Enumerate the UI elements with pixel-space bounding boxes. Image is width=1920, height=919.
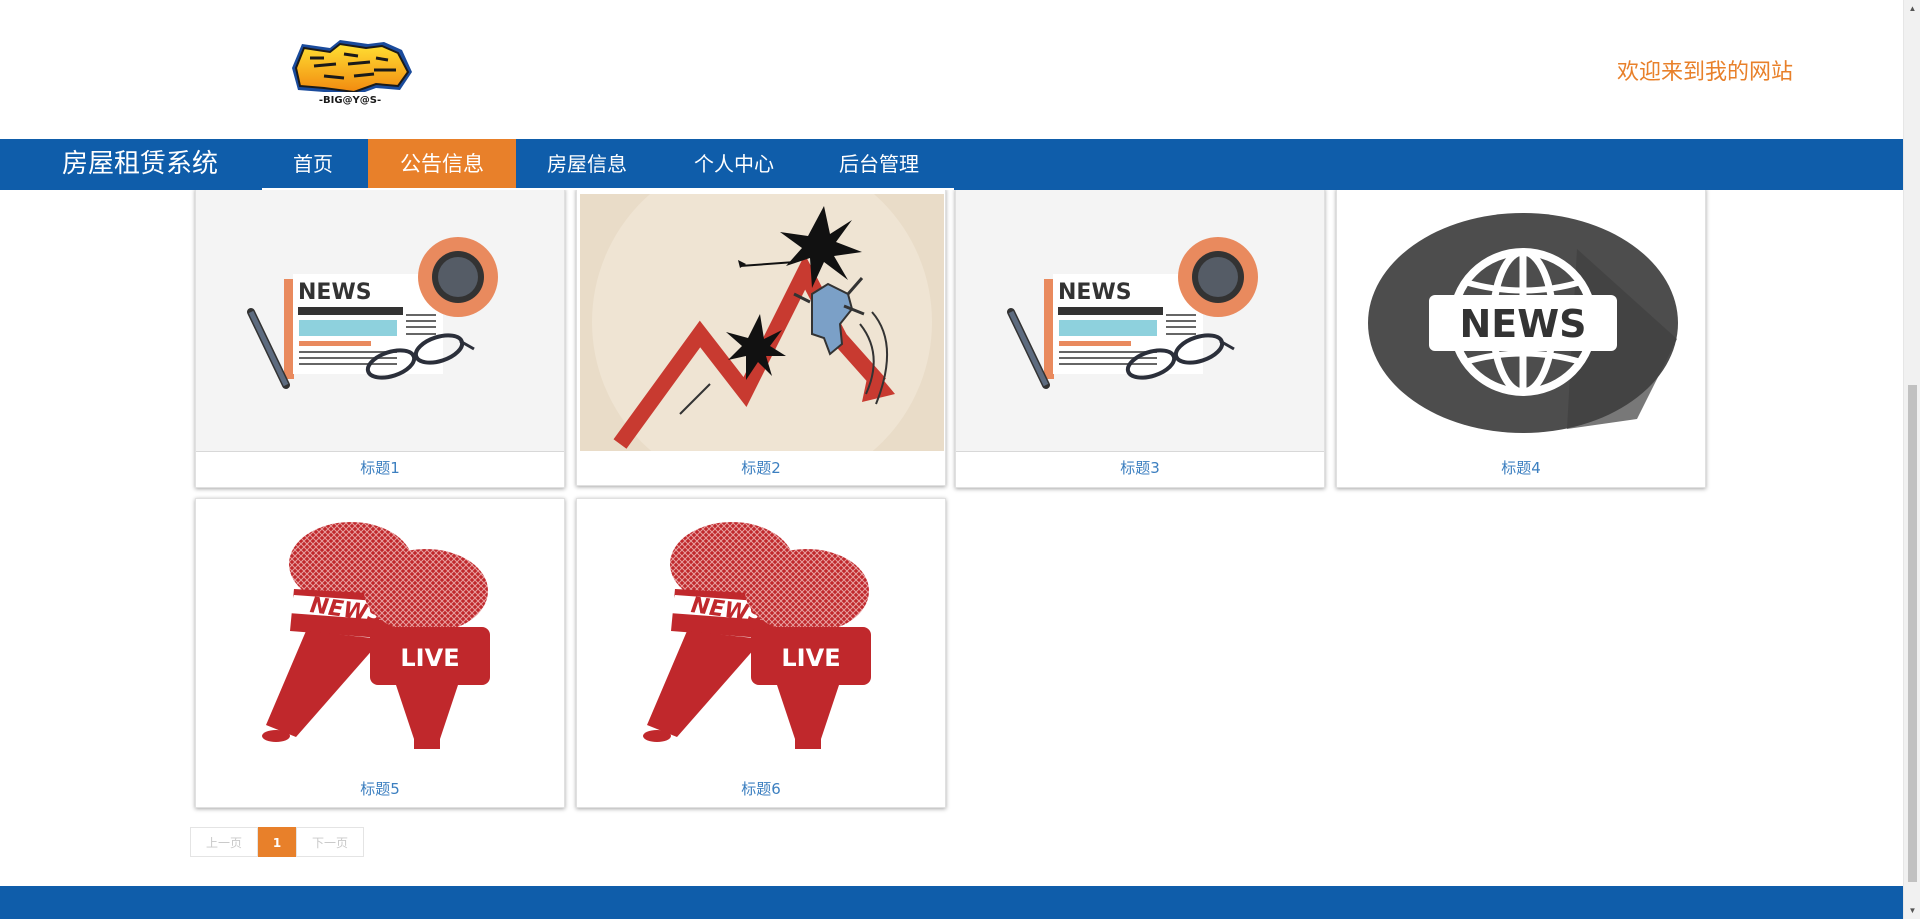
site-logo[interactable]: -BIG@Y@S- <box>284 38 416 108</box>
news-card[interactable]: 标题2 <box>576 188 946 486</box>
svg-text:LIVE: LIVE <box>781 644 840 672</box>
card-image[interactable]: NEWS <box>1337 189 1705 452</box>
nav-item-personal-center[interactable]: 个人中心 <box>663 139 808 190</box>
card-title[interactable]: 标题2 <box>577 457 945 478</box>
news-globe-icon: NEWS <box>1337 189 1705 452</box>
card-title[interactable]: 标题4 <box>1337 457 1705 478</box>
news-paper-icon: NEWS <box>956 189 1324 452</box>
welcome-text: 欢迎来到我的网站 <box>1616 60 1793 85</box>
svg-text:NEWS: NEWS <box>1058 280 1132 305</box>
news-card[interactable]: NEWS LIVE 标题6 <box>576 498 946 808</box>
news-microphone-icon: NEWS LIVE <box>577 499 945 769</box>
page: -BIG@Y@S- 欢迎来到我的网站 房屋租赁系统 首页 公告信息 房屋信息 个… <box>0 0 1903 919</box>
news-card[interactable]: NEWS 标题4 <box>1336 188 1706 488</box>
svg-text:NEWS: NEWS <box>1459 302 1586 346</box>
nav-item-houses[interactable]: 房屋信息 <box>516 139 663 190</box>
card-title[interactable]: 标题5 <box>196 778 564 799</box>
card-image[interactable]: NEWS <box>196 189 564 452</box>
nav-item-announcements[interactable]: 公告信息 <box>368 139 516 190</box>
scroll-down-icon[interactable]: ▼ <box>1904 902 1920 919</box>
news-paper-icon: NEWS <box>196 189 564 452</box>
current-page-button[interactable]: 1 <box>258 827 296 857</box>
nav-menu: 首页 公告信息 房屋信息 个人中心 后台管理 <box>262 139 954 190</box>
card-divider <box>956 451 1324 452</box>
news-card[interactable]: NEWS LIVE 标题5 <box>195 498 565 808</box>
main-navbar: 房屋租赁系统 首页 公告信息 房屋信息 个人中心 后台管理 <box>0 139 1903 190</box>
card-image[interactable]: NEWS LIVE <box>196 499 564 769</box>
site-brand[interactable]: 房屋租赁系统 <box>62 139 218 190</box>
next-page-button[interactable]: 下一页 <box>296 827 364 857</box>
svg-text:LIVE: LIVE <box>400 644 459 672</box>
scroll-up-icon[interactable]: ▲ <box>1904 0 1920 17</box>
scrollbar-thumb[interactable] <box>1908 385 1917 882</box>
svg-text:NEWS: NEWS <box>298 280 372 305</box>
site-header: -BIG@Y@S- 欢迎来到我的网站 <box>0 0 1903 139</box>
card-title[interactable]: 标题1 <box>196 457 564 478</box>
card-divider <box>196 451 564 452</box>
card-title[interactable]: 标题6 <box>577 778 945 799</box>
news-card[interactable]: NEWS 标题1 <box>195 188 565 488</box>
card-image[interactable] <box>580 194 944 451</box>
pagination: 上一页 1 下一页 <box>190 827 364 857</box>
nav-item-admin[interactable]: 后台管理 <box>808 139 954 190</box>
card-image[interactable]: NEWS LIVE <box>577 499 945 769</box>
news-card[interactable]: NEWS 标题3 <box>955 188 1325 488</box>
falling-chart-icon <box>580 194 944 451</box>
news-microphone-icon: NEWS LIVE <box>196 499 564 769</box>
vertical-scrollbar[interactable]: ▲ ▼ <box>1903 0 1920 919</box>
nav-item-home[interactable]: 首页 <box>262 139 368 190</box>
site-footer <box>0 886 1903 919</box>
card-title[interactable]: 标题3 <box>956 457 1324 478</box>
card-image[interactable]: NEWS <box>956 189 1324 452</box>
svg-text:-BIG@Y@S-: -BIG@Y@S- <box>319 95 381 106</box>
prev-page-button[interactable]: 上一页 <box>190 827 258 857</box>
